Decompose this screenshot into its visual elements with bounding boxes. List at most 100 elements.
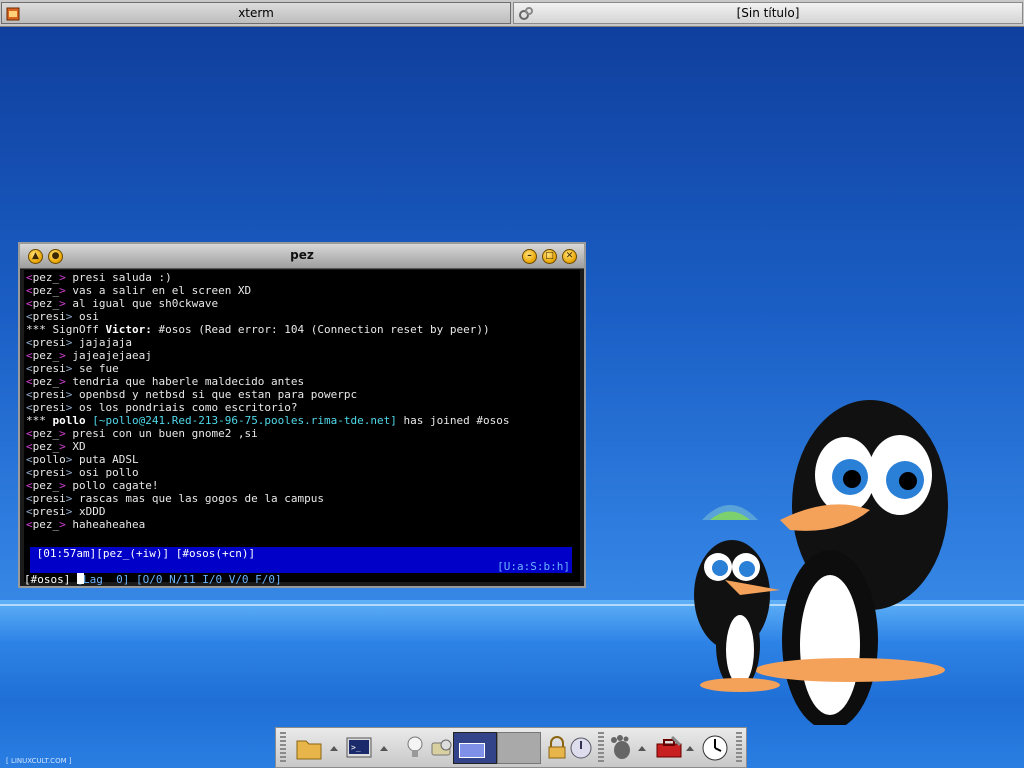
gears-icon: [519, 7, 533, 20]
chat-line: <presi> se fue: [26, 362, 509, 375]
chat-line: <presi> openbsd y netbsd si que estan pa…: [26, 388, 509, 401]
maximize-button[interactable]: □: [542, 249, 557, 264]
xterm-window: ▲ ● pez – □ ✕ <pez_> presi saluda :) <pez…: [18, 242, 586, 588]
nick-bracket-open: <: [26, 297, 33, 310]
chat-line: <presi> osi pollo: [26, 466, 509, 479]
chat-line: <pez_> pollo cagate!: [26, 479, 509, 492]
watermark: [ LINUXCULT.COM ]: [6, 757, 72, 765]
minimize-button[interactable]: –: [522, 249, 537, 264]
nick-bracket-open: <: [26, 310, 33, 323]
task-sin-titulo[interactable]: [Sin título]: [513, 2, 1023, 24]
status-modes: [U:a:S:b:h]: [497, 560, 570, 573]
chat-message: presi saluda :): [65, 271, 172, 284]
toolbox-icon[interactable]: [654, 733, 684, 763]
nick-bracket-open: <: [26, 401, 33, 414]
chat-message: tendria que haberle maldecido antes: [65, 375, 305, 388]
chat-nick: pez_: [32, 284, 60, 297]
chat-nick: pez_: [32, 349, 60, 362]
chat-line: <pez_> presi con un buen gnome2 ,si: [26, 427, 509, 440]
window-title: pez: [290, 248, 314, 262]
panel-grip-left[interactable]: [280, 732, 286, 764]
panel-grip-right[interactable]: [736, 732, 742, 764]
chat-line: <pez_> presi saluda :): [26, 271, 509, 284]
input-line[interactable]: [#osos]: [24, 573, 580, 586]
nick-bracket-open: <: [26, 427, 33, 440]
close-button[interactable]: ✕: [562, 249, 577, 264]
nick-bracket-close: >: [59, 427, 66, 440]
chat-message: pollo cagate!: [65, 479, 159, 492]
workspace-2[interactable]: [497, 732, 541, 764]
chat-nick: presi: [32, 505, 66, 518]
status-line-1: [01:57am][pez_(+iw)] [#osos(+cn)]: [30, 547, 572, 560]
chat-message: xDDD: [72, 505, 106, 518]
nick-bracket-open: <: [26, 505, 33, 518]
chat-nick: pez_: [32, 375, 60, 388]
task-label: [Sin título]: [736, 6, 800, 20]
event-host: [~pollo@241.Red-213-96-75.pooles.rima-td…: [85, 414, 397, 427]
terminal-launcher-icon[interactable]: >_: [344, 733, 374, 763]
nick-bracket-open: <: [26, 362, 33, 375]
task-label: xterm: [238, 6, 274, 20]
chat-message: presi con un buen gnome2 ,si: [65, 427, 258, 440]
chat-nick: presi: [32, 362, 66, 375]
nick-bracket-open: <: [26, 518, 33, 531]
nick-bracket-close: >: [59, 375, 66, 388]
terminal-area[interactable]: <pez_> presi saluda :) <pez_> vas a salir…: [24, 270, 580, 586]
chat-message: rascas mas que las gogos de la campus: [72, 492, 325, 505]
nick-bracket-close: >: [59, 271, 66, 284]
nick-bracket-close: >: [59, 479, 66, 492]
panel-grip-mid[interactable]: [598, 732, 604, 764]
nick-bracket-close: >: [59, 518, 66, 531]
chat-line: <pez_> tendria que haberle maldecido ant…: [26, 375, 509, 388]
chat-nick: pez_: [32, 297, 60, 310]
nick-bracket-close: >: [59, 349, 66, 362]
chat-line: <presi> xDDD: [26, 505, 509, 518]
chat-log: <pez_> presi saluda :) <pez_> vas a salir…: [26, 271, 509, 531]
penguin-wallpaper-art: [694, 400, 948, 725]
chat-nick: pez_: [32, 518, 60, 531]
chat-line: <pollo> puta ADSL: [26, 453, 509, 466]
workspace-1[interactable]: [453, 732, 497, 764]
task-xterm[interactable]: xterm: [1, 2, 511, 24]
chat-message: osi: [72, 310, 99, 323]
chat-line: <presi> os los pondriais como escritorio…: [26, 401, 509, 414]
chevron-up-icon[interactable]: [330, 746, 338, 751]
chat-message: os los pondriais como escritorio?: [72, 401, 298, 414]
chat-line: <pez_> vas a salir en el screen XD: [26, 284, 509, 297]
chat-nick: pez_: [32, 271, 60, 284]
chevron-up-icon[interactable]: [686, 746, 694, 751]
gnome-foot-icon[interactable]: [606, 733, 636, 763]
chat-line: <pez_> jajeajejaeaj: [26, 349, 509, 362]
chevron-up-icon[interactable]: [380, 746, 388, 751]
nick-bracket-open: <: [26, 284, 33, 297]
nick-bracket-open: <: [26, 271, 33, 284]
file-manager-icon[interactable]: [294, 733, 324, 763]
chat-message: haheaheahea: [65, 518, 146, 531]
nick-bracket-open: <: [26, 349, 33, 362]
chat-nick: pez_: [32, 440, 60, 453]
clock-icon[interactable]: [700, 733, 730, 763]
chat-message: jajajaja: [72, 336, 132, 349]
nick-bracket-close: >: [59, 440, 66, 453]
chat-message: al igual que sh0ckwave: [65, 297, 219, 310]
chat-nick: presi: [32, 401, 66, 414]
chat-nick: presi: [32, 388, 66, 401]
logout-icon[interactable]: [566, 733, 596, 763]
chat-line: <presi> osi: [26, 310, 509, 323]
chat-message: puta ADSL: [72, 453, 139, 466]
nick-bracket-open: <: [26, 479, 33, 492]
chat-message: vas a salir en el screen XD: [65, 284, 252, 297]
chat-line: <pez_> al igual que sh0ckwave: [26, 297, 509, 310]
chat-message: jajeajejaeaj: [65, 349, 152, 362]
event-prefix: ***: [26, 414, 53, 427]
nick-bracket-open: <: [26, 440, 33, 453]
nick-bracket-open: <: [26, 466, 33, 479]
run-icon[interactable]: [426, 733, 456, 763]
nick-bracket-close: >: [59, 297, 66, 310]
text-cursor: [76, 573, 84, 584]
nick-bracket-open: <: [26, 375, 33, 388]
chat-nick: presi: [32, 492, 66, 505]
chevron-up-icon[interactable]: [638, 746, 646, 751]
nick-bracket-open: <: [26, 492, 33, 505]
window-titlebar[interactable]: ▲ ● pez – □ ✕: [20, 244, 584, 269]
